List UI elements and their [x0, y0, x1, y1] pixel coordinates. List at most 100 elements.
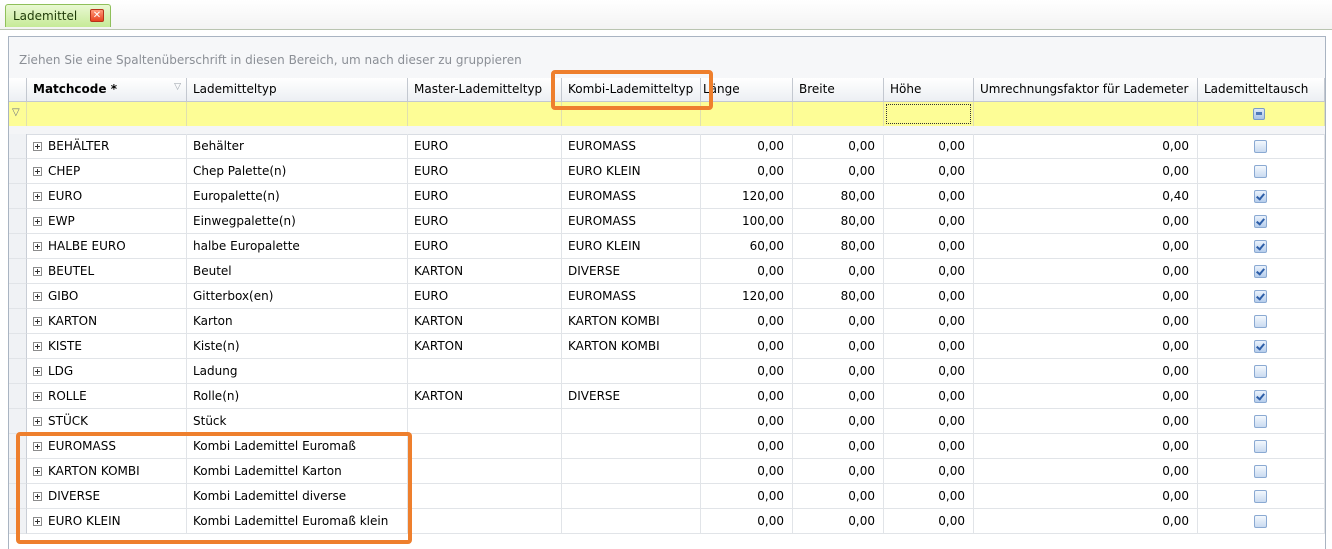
- cell-hoehe[interactable]: 0,00: [884, 509, 974, 534]
- cell-matchcode[interactable]: STÜCK: [27, 409, 187, 434]
- cell-lademitteltyp[interactable]: Ladung: [187, 359, 408, 384]
- cell-kombi[interactable]: [562, 459, 701, 484]
- cell-faktor[interactable]: 0,00: [974, 259, 1198, 284]
- cell-matchcode[interactable]: EUROMASS: [27, 434, 187, 459]
- cell-matchcode[interactable]: ROLLE: [27, 384, 187, 409]
- cell-breite[interactable]: 80,00: [793, 184, 884, 209]
- cell-hoehe[interactable]: 0,00: [884, 184, 974, 209]
- checkbox-unchecked[interactable]: [1254, 165, 1267, 178]
- filter-cell-master[interactable]: [408, 102, 562, 126]
- checkbox-checked[interactable]: [1254, 390, 1267, 403]
- table-row[interactable]: BEUTEL Beutel KARTON DIVERSE 0,00 0,00 0,00 0,0…: [9, 259, 1325, 284]
- expand-icon[interactable]: [33, 392, 42, 401]
- cell-hoehe[interactable]: 0,00: [884, 309, 974, 334]
- cell-tausch[interactable]: [1198, 134, 1325, 159]
- row-selector[interactable]: [9, 484, 27, 509]
- column-header-tausch[interactable]: Lademitteltausch: [1198, 78, 1325, 102]
- cell-laenge[interactable]: 0,00: [701, 509, 793, 534]
- cell-kombi[interactable]: [562, 359, 701, 384]
- cell-matchcode[interactable]: CHEP: [27, 159, 187, 184]
- cell-matchcode[interactable]: EURO KLEIN: [27, 509, 187, 534]
- cell-breite[interactable]: 0,00: [793, 134, 884, 159]
- cell-kombi[interactable]: DIVERSE: [562, 384, 701, 409]
- cell-laenge[interactable]: 0,00: [701, 259, 793, 284]
- checkbox-unchecked[interactable]: [1254, 440, 1267, 453]
- checkbox-checked[interactable]: [1254, 215, 1267, 228]
- group-by-area[interactable]: Ziehen Sie eine Spaltenüberschrift in di…: [9, 37, 1325, 79]
- checkbox-checked[interactable]: [1254, 265, 1267, 278]
- expand-icon[interactable]: [33, 342, 42, 351]
- cell-master[interactable]: [408, 359, 562, 384]
- row-selector[interactable]: [9, 134, 27, 159]
- checkbox-unchecked[interactable]: [1254, 365, 1267, 378]
- cell-matchcode[interactable]: BEHÄLTER: [27, 134, 187, 159]
- filter-checkbox[interactable]: [1253, 108, 1265, 120]
- cell-hoehe[interactable]: 0,00: [884, 334, 974, 359]
- cell-breite[interactable]: 0,00: [793, 384, 884, 409]
- cell-lademitteltyp[interactable]: Rolle(n): [187, 384, 408, 409]
- row-selector[interactable]: [9, 359, 27, 384]
- cell-tausch[interactable]: [1198, 234, 1325, 259]
- table-row[interactable]: CHEP Chep Palette(n) EURO EURO KLEIN 0,00 0,0…: [9, 159, 1325, 184]
- cell-kombi[interactable]: [562, 484, 701, 509]
- cell-faktor[interactable]: 0,00: [974, 234, 1198, 259]
- cell-lademitteltyp[interactable]: halbe Europalette: [187, 234, 408, 259]
- row-selector[interactable]: [9, 284, 27, 309]
- cell-kombi[interactable]: EUROMASS: [562, 184, 701, 209]
- cell-faktor[interactable]: 0,00: [974, 309, 1198, 334]
- expand-icon[interactable]: [33, 517, 42, 526]
- cell-matchcode[interactable]: EURO: [27, 184, 187, 209]
- expand-icon[interactable]: [33, 217, 42, 226]
- cell-matchcode[interactable]: KARTON: [27, 309, 187, 334]
- row-selector[interactable]: [9, 409, 27, 434]
- cell-lademitteltyp[interactable]: Karton: [187, 309, 408, 334]
- cell-breite[interactable]: 0,00: [793, 484, 884, 509]
- row-selector[interactable]: [9, 259, 27, 284]
- checkbox-unchecked[interactable]: [1254, 515, 1267, 528]
- cell-lademitteltyp[interactable]: Einwegpalette(n): [187, 209, 408, 234]
- expand-icon[interactable]: [33, 417, 42, 426]
- cell-laenge[interactable]: 0,00: [701, 334, 793, 359]
- cell-kombi[interactable]: EURO KLEIN: [562, 159, 701, 184]
- cell-master[interactable]: EURO: [408, 209, 562, 234]
- cell-hoehe[interactable]: 0,00: [884, 259, 974, 284]
- expand-icon[interactable]: [33, 492, 42, 501]
- cell-master[interactable]: EURO: [408, 234, 562, 259]
- expand-icon[interactable]: [33, 267, 42, 276]
- expand-icon[interactable]: [33, 367, 42, 376]
- cell-kombi[interactable]: KARTON KOMBI: [562, 309, 701, 334]
- cell-master[interactable]: [408, 409, 562, 434]
- table-row[interactable]: EWP Einwegpalette(n) EURO EUROMASS 100,00 80,…: [9, 209, 1325, 234]
- cell-kombi[interactable]: [562, 409, 701, 434]
- cell-laenge[interactable]: 100,00: [701, 209, 793, 234]
- table-row[interactable]: LDG Ladung 0,00 0,00 0,00 0,00: [9, 359, 1325, 384]
- cell-lademitteltyp[interactable]: Beutel: [187, 259, 408, 284]
- cell-laenge[interactable]: 0,00: [701, 134, 793, 159]
- cell-hoehe[interactable]: 0,00: [884, 434, 974, 459]
- cell-lademitteltyp[interactable]: Kombi Lademittel diverse: [187, 484, 408, 509]
- column-header-hoehe[interactable]: Höhe: [884, 78, 974, 102]
- cell-hoehe[interactable]: 0,00: [884, 459, 974, 484]
- cell-matchcode[interactable]: BEUTEL: [27, 259, 187, 284]
- cell-kombi[interactable]: [562, 434, 701, 459]
- filter-cell-matchcode[interactable]: [27, 102, 187, 126]
- checkbox-checked[interactable]: [1254, 340, 1267, 353]
- cell-matchcode[interactable]: GIBO: [27, 284, 187, 309]
- cell-laenge[interactable]: 0,00: [701, 384, 793, 409]
- cell-faktor[interactable]: 0,00: [974, 434, 1198, 459]
- filter-cell-hoehe[interactable]: [884, 102, 974, 126]
- cell-faktor[interactable]: 0,00: [974, 409, 1198, 434]
- cell-laenge[interactable]: 60,00: [701, 234, 793, 259]
- expand-icon[interactable]: [33, 142, 42, 151]
- checkbox-unchecked[interactable]: [1254, 415, 1267, 428]
- column-header-kombi[interactable]: Kombi-Lademitteltyp: [562, 78, 701, 102]
- cell-breite[interactable]: 80,00: [793, 209, 884, 234]
- cell-master[interactable]: [408, 434, 562, 459]
- cell-hoehe[interactable]: 0,00: [884, 209, 974, 234]
- cell-kombi[interactable]: KARTON KOMBI: [562, 334, 701, 359]
- cell-kombi[interactable]: EUROMASS: [562, 134, 701, 159]
- cell-tausch[interactable]: [1198, 384, 1325, 409]
- expand-icon[interactable]: [33, 167, 42, 176]
- table-row[interactable]: KARTON KOMBI Kombi Lademittel Karton 0,00 0…: [9, 459, 1325, 484]
- cell-faktor[interactable]: 0,00: [974, 209, 1198, 234]
